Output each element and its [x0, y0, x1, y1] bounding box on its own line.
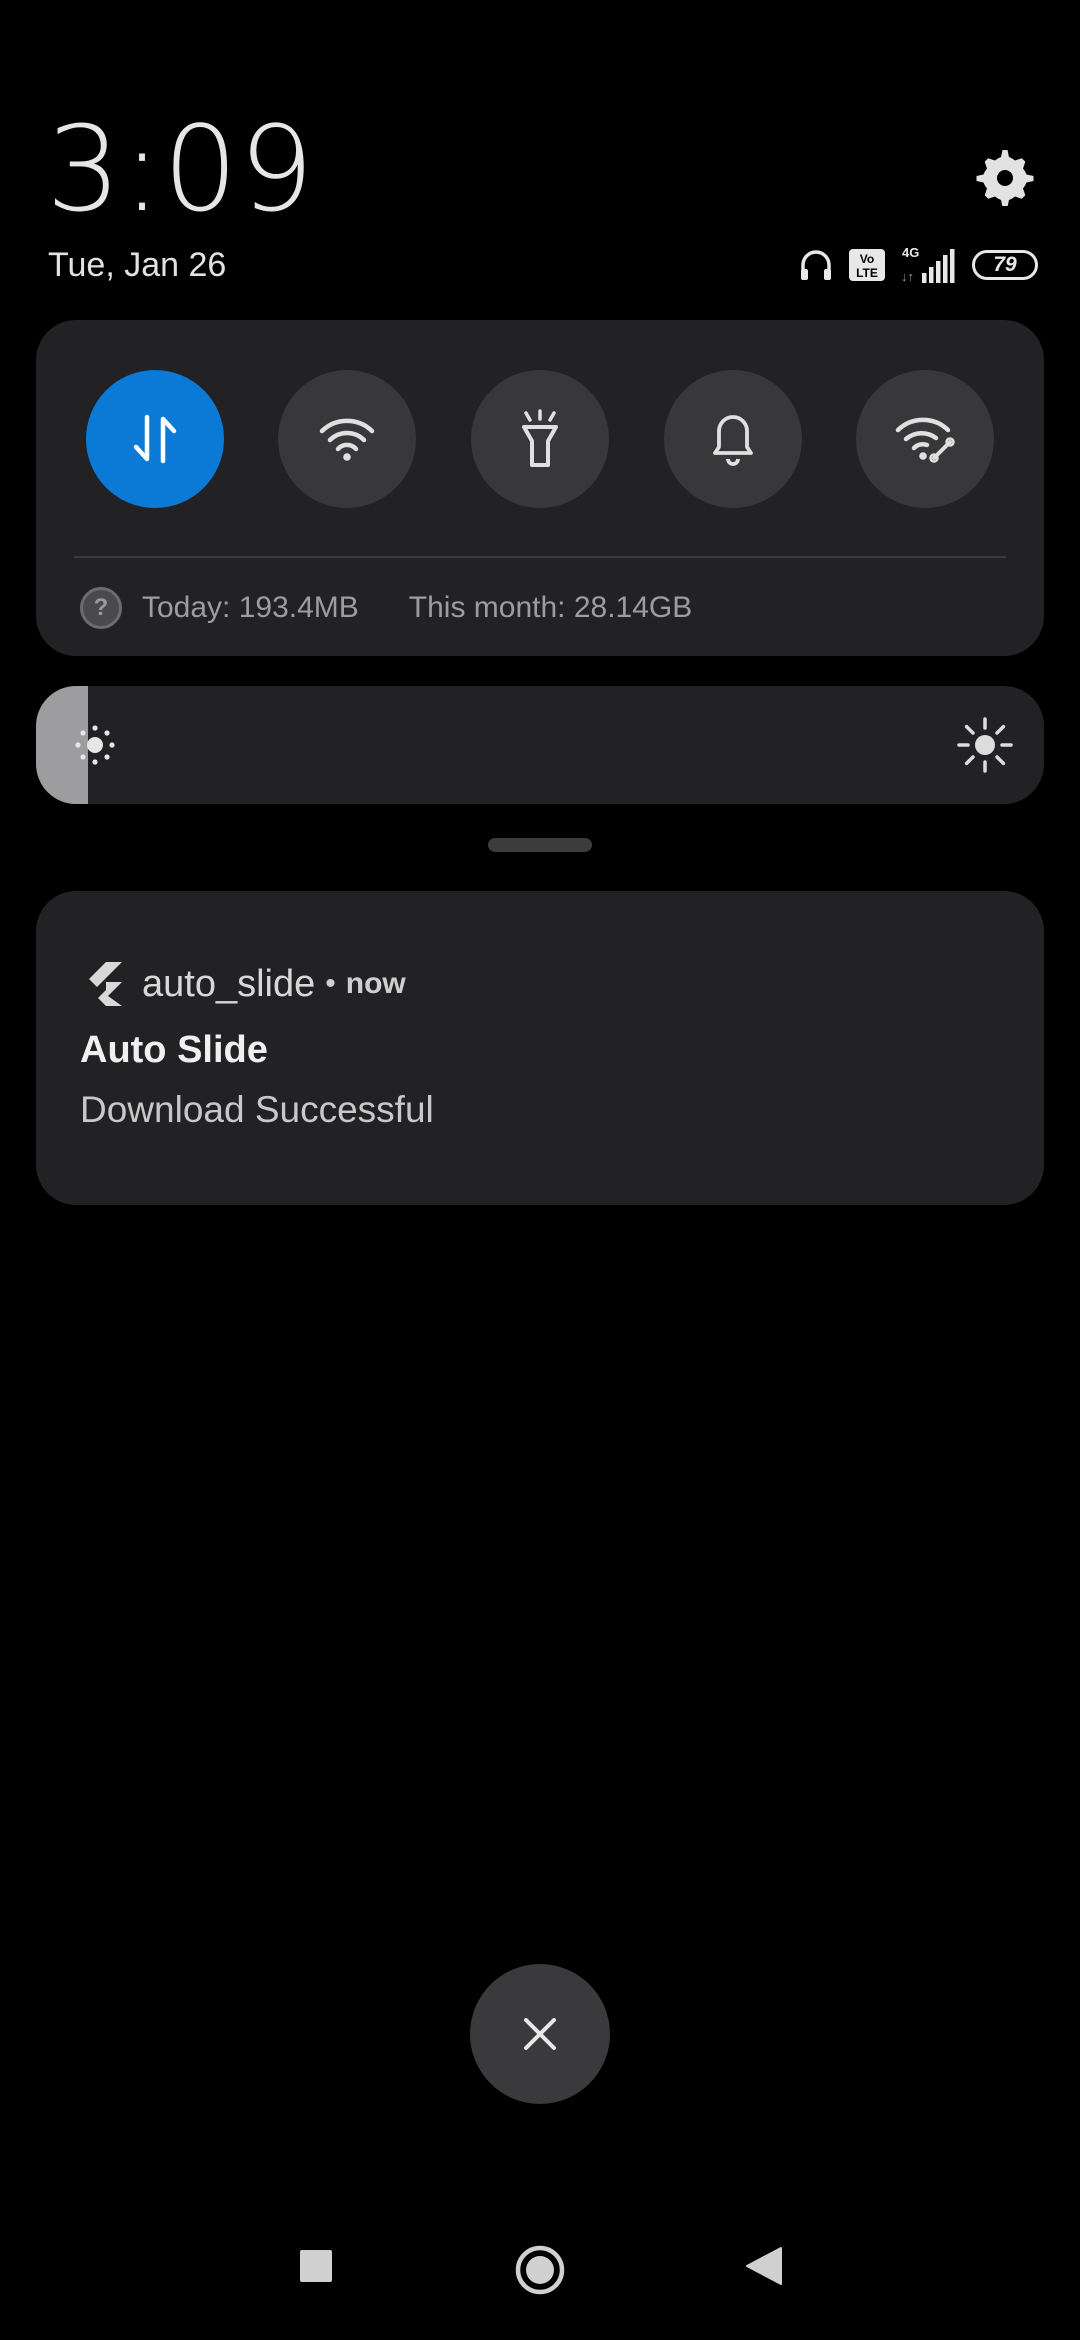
battery-icon: 79	[972, 250, 1038, 280]
home-button[interactable]	[512, 2242, 568, 2298]
quick-settings-panel: ? Today: 193.4MB This month: 28.14GB	[36, 320, 1044, 656]
help-icon: ?	[80, 587, 122, 629]
svg-text:4G: 4G	[902, 245, 919, 260]
brightness-low-icon	[75, 725, 115, 765]
data-month: This month: 28.14GB	[408, 591, 693, 624]
svg-text:LTE: LTE	[856, 266, 878, 280]
bell-icon	[713, 415, 753, 466]
data-usage[interactable]: ? Today: 193.4MB This month: 28.14GB	[80, 586, 692, 630]
sound-toggle[interactable]	[664, 370, 802, 508]
headphones-icon	[801, 250, 831, 280]
svg-text:↓↑: ↓↑	[901, 269, 914, 284]
notification-header: auto_slide • now	[84, 959, 406, 1009]
notification-card[interactable]: auto_slide • now Auto Slide Download Suc…	[36, 891, 1044, 1205]
signal-4g-icon: 4G ↓↑	[901, 245, 955, 284]
recents-square-icon	[300, 2250, 332, 2282]
back-triangle-icon	[746, 2247, 782, 2285]
brightness-slider[interactable]	[36, 686, 1044, 804]
notification-text: Download Successful	[80, 1089, 434, 1130]
home-circle-icon	[515, 2245, 565, 2295]
notification-title: Auto Slide	[80, 1029, 268, 1071]
wifi-toggle[interactable]	[278, 370, 416, 508]
battery-level: 79	[993, 253, 1017, 276]
hotspot-toggle[interactable]	[856, 370, 994, 508]
date[interactable]: Tue, Jan 26	[48, 246, 226, 285]
notification-time: now	[345, 967, 406, 1000]
clear-all-button[interactable]	[470, 1964, 610, 2104]
separator-dot: •	[325, 967, 336, 1000]
volte-icon: Vo LTE	[849, 249, 885, 281]
notification-shade: 3:09 Tue, Jan 26 Vo LTE 4G ↓↑ 79 ? Today…	[0, 0, 1080, 2340]
svg-text:Vo: Vo	[860, 252, 874, 266]
drag-handle[interactable]	[488, 838, 592, 852]
wifi-icon	[319, 418, 375, 461]
brightness-high-icon	[957, 717, 1013, 773]
back-button[interactable]	[738, 2240, 790, 2292]
divider	[74, 556, 1006, 558]
recents-button[interactable]	[290, 2240, 342, 2292]
wifi-hotspot-icon	[895, 417, 955, 463]
notification-app-name: auto_slide	[142, 962, 316, 1005]
close-icon	[524, 2018, 556, 2050]
data-today: Today: 193.4MB	[142, 591, 359, 624]
mobile-data-toggle[interactable]	[86, 370, 224, 508]
settings-gear-icon[interactable]	[975, 146, 1035, 206]
status-bar-icons: Vo LTE 4G ↓↑ 79	[798, 242, 1038, 288]
quick-toggles	[86, 370, 994, 508]
flashlight-toggle[interactable]	[471, 370, 609, 508]
flashlight-icon	[522, 409, 558, 467]
clock[interactable]: 3:09	[46, 100, 315, 238]
mobile-data-arrows-icon	[133, 414, 177, 464]
navigation-bar	[0, 2220, 1080, 2330]
flutter-logo-icon	[89, 962, 122, 1006]
